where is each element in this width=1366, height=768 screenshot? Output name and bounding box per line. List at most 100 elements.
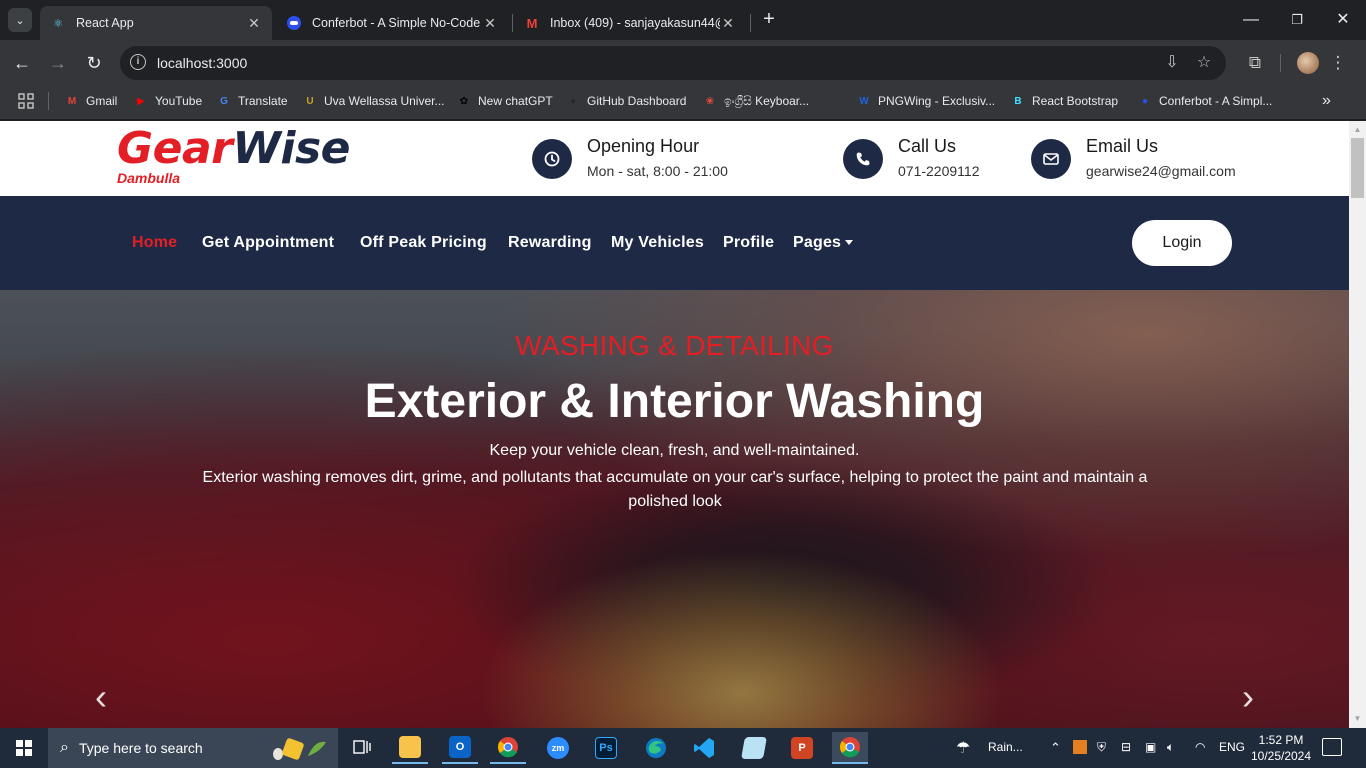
bookmark-item[interactable]: U Uva Wellassa Univer... [302,92,444,110]
chrome-icon[interactable] [490,732,526,764]
scrollbar-thumb[interactable] [1351,138,1364,198]
gmail-icon: M [526,15,538,31]
bookmark-item[interactable]: B React Bootstrap [1010,92,1118,110]
nav-rewarding[interactable]: Rewarding [508,234,592,252]
call-us-value[interactable]: 071-2209112 [898,163,979,179]
wifi-icon[interactable]: ◠ [1195,740,1205,754]
weather-text[interactable]: Rain... [988,740,1023,754]
tray-chevron-up-icon[interactable]: ⌃ [1050,740,1061,756]
tab-divider [512,14,513,32]
task-view-icon[interactable] [344,732,380,764]
tab-title: Conferbot - A Simple No-Code [312,16,481,30]
carousel-next-chevron-icon[interactable]: › [1233,679,1263,715]
hero-carousel: WASHING & DETAILING Exterior & Interior … [0,290,1349,728]
page-viewport: GearWise Dambulla Opening Hour Mon - sat… [0,121,1349,728]
tab-title: React App [76,16,134,30]
tab-gmail-inbox[interactable]: M Inbox (409) - sanjayakasun44@ ✕ [514,6,746,40]
url-text[interactable]: localhost:3000 [157,55,247,71]
github-icon: ● [569,95,577,107]
nav-pages-label: Pages [793,234,842,251]
zoom-icon[interactable]: zm [540,732,576,764]
file-explorer-icon[interactable] [392,732,428,764]
clock-icon [532,139,572,179]
edge-icon[interactable] [638,732,674,764]
bookmark-item[interactable]: ❀ ඉංග්‍රීසි Keyboar... [702,92,809,110]
bookmark-item[interactable]: ● GitHub Dashboard [565,92,686,110]
tray-app-icon[interactable] [1073,740,1087,757]
install-app-icon[interactable]: ⇩ [1162,53,1182,73]
notepad-icon[interactable] [736,732,772,764]
forward-arrow-icon[interactable]: → [44,50,72,78]
bookmark-label: Translate [238,94,288,108]
notification-center-icon[interactable] [1322,738,1342,756]
bookmark-divider [48,92,49,110]
system-clock[interactable]: 1:52 PM 10/25/2024 [1244,732,1318,764]
clock-date: 10/25/2024 [1250,749,1312,763]
nav-my-vehicles[interactable]: My Vehicles [611,234,704,252]
reload-icon[interactable]: ↻ [80,50,108,78]
bookmark-label: New chatGPT [478,94,553,108]
conferbot-icon [286,15,302,31]
powerpoint-icon[interactable]: P [784,732,820,764]
scroll-up-arrow-icon[interactable]: ▲ [1353,125,1362,134]
nav-pages-dropdown[interactable]: Pages [793,234,854,252]
email-us-value[interactable]: gearwise24@gmail.com [1086,163,1236,179]
email-us-title: Email Us [1086,136,1159,156]
extensions-icon[interactable]: ⧉ [1244,52,1266,74]
new-tab-button[interactable]: + [758,9,780,31]
scroll-down-arrow-icon[interactable]: ▼ [1353,714,1362,723]
logo-part-wise: Wise [232,123,351,174]
page-scrollbar[interactable] [1349,121,1366,728]
tab-react-app[interactable]: ⚛ React App ✕ [40,6,272,40]
close-icon[interactable]: ✕ [246,15,262,32]
nav-get-appointment[interactable]: Get Appointment [202,234,334,252]
hero-kicker: WASHING & DETAILING [515,330,834,361]
tab-conferbot[interactable]: Conferbot - A Simple No-Code ✕ [276,6,508,40]
outlook-icon[interactable]: O [442,732,478,764]
nav-off-peak-pricing[interactable]: Off Peak Pricing [360,234,487,252]
profile-avatar[interactable] [1297,52,1319,74]
nav-home[interactable]: Home [132,234,177,252]
close-icon[interactable]: ✕ [720,15,736,32]
windows-logo-icon [16,740,32,756]
bookmark-label: React Bootstrap [1032,94,1119,108]
taskbar-search-placeholder: Type here to search [78,740,203,756]
tab-search-button[interactable]: ⌄ [8,8,32,32]
nav-profile[interactable]: Profile [723,234,774,252]
bookmark-item[interactable]: G Translate [216,92,288,110]
tab-divider [750,14,751,32]
minimize-button[interactable]: — [1228,8,1274,32]
bookmark-star-icon[interactable]: ☆ [1194,53,1214,73]
photoshop-icon[interactable]: Ps [588,732,624,764]
start-button[interactable] [0,728,48,768]
envelope-icon [1031,139,1071,179]
logo-location: Dambulla [117,170,181,186]
close-icon[interactable]: ✕ [482,15,498,32]
bookmark-item[interactable]: M Gmail [64,92,118,110]
carousel-prev-chevron-icon[interactable]: ‹ [86,679,116,715]
language-indicator[interactable]: ENG [1219,740,1245,754]
menu-kebab-icon[interactable]: ⋮ [1327,52,1349,74]
volume-icon[interactable]: 🔈︎ [1167,740,1174,755]
bookmark-item[interactable]: ● Conferbot - A Simpl... [1137,92,1272,110]
login-button[interactable]: Login [1132,220,1232,266]
apps-grid-icon[interactable] [18,92,34,110]
bookmark-item[interactable]: W PNGWing - Exclusiv... [856,92,995,110]
bookmark-item[interactable]: ▶ YouTube [133,92,202,110]
back-arrow-icon[interactable]: ← [8,50,36,78]
weather-umbrella-icon[interactable]: ☂ [956,738,970,758]
monitor-icon[interactable]: ▣ [1145,740,1156,754]
address-bar[interactable] [120,46,1226,80]
security-shield-icon[interactable]: ⛨ [1097,740,1106,755]
network-icon[interactable]: ⊟ [1121,740,1131,754]
bookmark-item[interactable]: ✿ New chatGPT [456,92,553,110]
email-us-block: Email Us gearwise24@gmail.com [1031,135,1236,179]
site-info-icon[interactable]: i [130,54,146,70]
bookmark-label: GitHub Dashboard [587,94,687,108]
chrome-active-icon[interactable] [832,732,868,764]
site-logo[interactable]: GearWise [117,123,351,174]
maximize-button[interactable]: ❐ [1274,8,1320,32]
close-window-button[interactable]: ✕ [1320,8,1366,32]
more-bookmarks-chevron-icon[interactable]: » [1322,92,1331,110]
vscode-icon[interactable] [686,732,722,764]
